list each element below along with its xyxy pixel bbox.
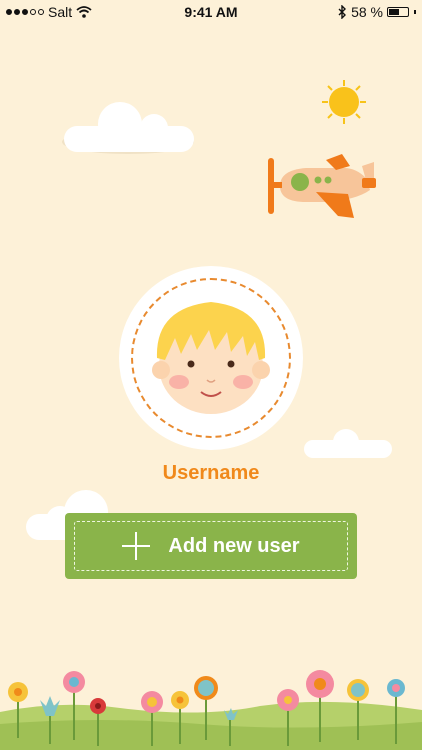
add-new-user-label: Add new user bbox=[168, 534, 300, 557]
child-avatar-icon bbox=[152, 302, 270, 414]
sun-icon bbox=[322, 80, 366, 124]
airplane-icon bbox=[268, 154, 376, 218]
avatar[interactable] bbox=[119, 266, 303, 450]
plus-icon bbox=[122, 532, 151, 560]
status-right: 58 % bbox=[337, 4, 416, 20]
cloud-icon bbox=[62, 102, 194, 154]
status-bar: Salt 9:41 AM 58 % bbox=[0, 0, 422, 24]
username-label: Username bbox=[162, 462, 260, 484]
cloud-icon bbox=[304, 429, 392, 458]
add-new-user-button[interactable]: Add new user bbox=[65, 513, 357, 579]
battery-icon bbox=[387, 7, 409, 17]
flower-garden-decoration bbox=[0, 670, 422, 750]
battery-percent: 58 % bbox=[351, 4, 383, 20]
bluetooth-icon bbox=[338, 5, 347, 19]
